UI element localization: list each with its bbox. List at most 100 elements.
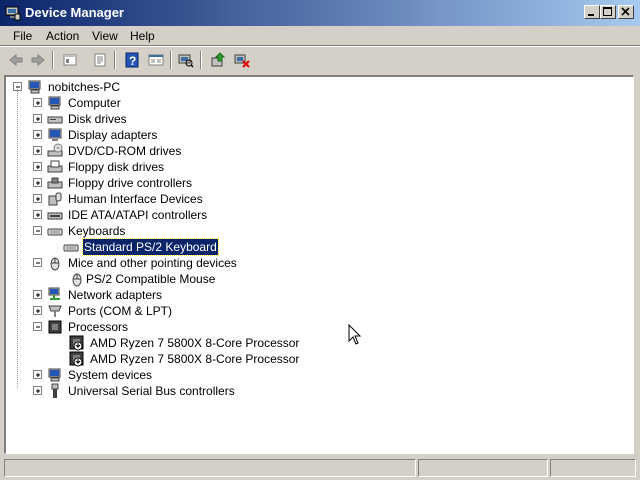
system-devices-icon [48,368,61,382]
mouse-icon [50,257,60,271]
title-bar[interactable]: Device Manager [0,0,640,26]
window-title: Device Manager [25,5,124,20]
expand-icon[interactable] [33,146,42,155]
display-adapter-icon [48,128,62,141]
tree-node-label: Processors [68,320,129,334]
expand-icon[interactable] [33,178,42,187]
ide-controller-icon [47,212,63,220]
expand-icon[interactable] [33,290,42,299]
disk-drive-icon [47,116,63,124]
forward-icon [31,53,45,67]
help-icon: ? [125,52,139,68]
up-icon [63,54,77,66]
view-icon [148,54,164,66]
tree-node-label: Computer [68,96,121,110]
help-button[interactable]: ? [122,50,142,70]
toolbar-divider [52,51,54,69]
menu-help[interactable]: Help [129,29,156,43]
uninstall-icon [234,54,250,68]
expand-icon[interactable] [33,98,42,107]
processor-icon [48,320,62,334]
computer-icon [48,96,61,110]
uninstall-button[interactable] [232,50,252,70]
keyboard-icon [47,228,63,236]
status-panel-main [4,459,416,477]
status-bar [0,456,640,480]
toolbar-divider [170,51,172,69]
maximize-button[interactable] [600,5,616,19]
floppy-drive-icon [47,160,63,173]
properties-icon [94,53,106,67]
view-button[interactable] [146,50,166,70]
close-icon [621,7,630,16]
expand-icon[interactable] [33,210,42,219]
processor-disabled-icon [69,351,84,367]
tree-child-label: PS/2 Compatible Mouse [86,272,216,286]
tree-node-label: Disk drives [68,112,127,126]
tree-child-label: AMD Ryzen 7 5800X 8-Core Processor [90,336,300,350]
tree-node-label: System devices [68,368,153,382]
update-driver-icon [211,52,226,67]
mouse-cursor-icon [348,324,362,345]
menu-bar: File Action View Help [0,26,640,45]
minimize-icon [588,14,594,16]
tree-root-label: nobitches-PC [48,80,121,94]
minimize-button[interactable] [584,5,600,19]
tree-node-label: Floppy drive controllers [68,176,193,190]
expand-icon[interactable] [33,130,42,139]
tree-node-label: Display adapters [68,128,158,142]
hid-icon [48,192,62,206]
status-panel-2 [418,459,548,477]
update-driver-button[interactable] [208,50,228,70]
tree-node-label: Mice and other pointing devices [68,256,237,270]
tree-node-label: Floppy disk drives [68,160,165,174]
tree-node-label: IDE ATA/ATAPI controllers [68,208,208,222]
usb-icon [51,383,59,398]
expand-icon[interactable] [33,194,42,203]
device-manager-icon [5,6,21,21]
tree-node-label: Universal Serial Bus controllers [68,384,235,398]
expand-icon[interactable] [33,386,42,395]
expand-icon[interactable] [33,162,42,171]
menu-file[interactable]: File [12,29,33,43]
back-icon [9,53,23,67]
back-button[interactable] [6,50,26,70]
up-button[interactable] [60,50,80,70]
close-button[interactable] [618,5,634,19]
scan-hardware-button[interactable] [176,50,196,70]
tree-child-label: AMD Ryzen 7 5800X 8-Core Processor [90,352,300,366]
toolbar-divider [200,51,202,69]
status-panel-3 [550,459,636,477]
processor-disabled-icon [69,335,84,351]
menu-action[interactable]: Action [45,29,80,43]
device-tree[interactable]: nobitches-PC Computer Disk drives Displa… [4,75,634,454]
port-icon [48,305,62,317]
tree-node-label: Human Interface Devices [68,192,203,206]
tree-node-label: Network adapters [68,288,163,302]
tree-node-label: Ports (COM & LPT) [68,304,173,318]
dvd-drive-icon [47,143,63,157]
menu-view[interactable]: View [91,29,119,43]
collapse-icon[interactable] [33,258,42,267]
tree-guide-line [17,89,18,389]
network-adapter-icon [48,287,60,300]
toolbar-divider [114,51,116,69]
mouse-icon [72,273,82,287]
device-manager-window: Device Manager File Action View Help ? n… [0,0,640,480]
collapse-icon[interactable] [33,322,42,331]
collapse-icon[interactable] [33,226,42,235]
properties-button[interactable] [90,50,110,70]
svg-text:?: ? [129,54,136,68]
expand-icon[interactable] [33,306,42,315]
expand-icon[interactable] [33,114,42,123]
scan-hardware-icon [178,54,194,68]
tree-node-label: DVD/CD-ROM drives [68,144,182,158]
tree-node-label: Keyboards [68,224,126,238]
toolbar: ? [0,47,640,73]
keyboard-icon [63,244,79,252]
tree-child-label-selected: Standard PS/2 Keyboard [82,238,219,256]
computer-icon [28,80,41,94]
forward-button[interactable] [28,50,48,70]
floppy-controller-icon [47,177,63,189]
expand-icon[interactable] [33,370,42,379]
